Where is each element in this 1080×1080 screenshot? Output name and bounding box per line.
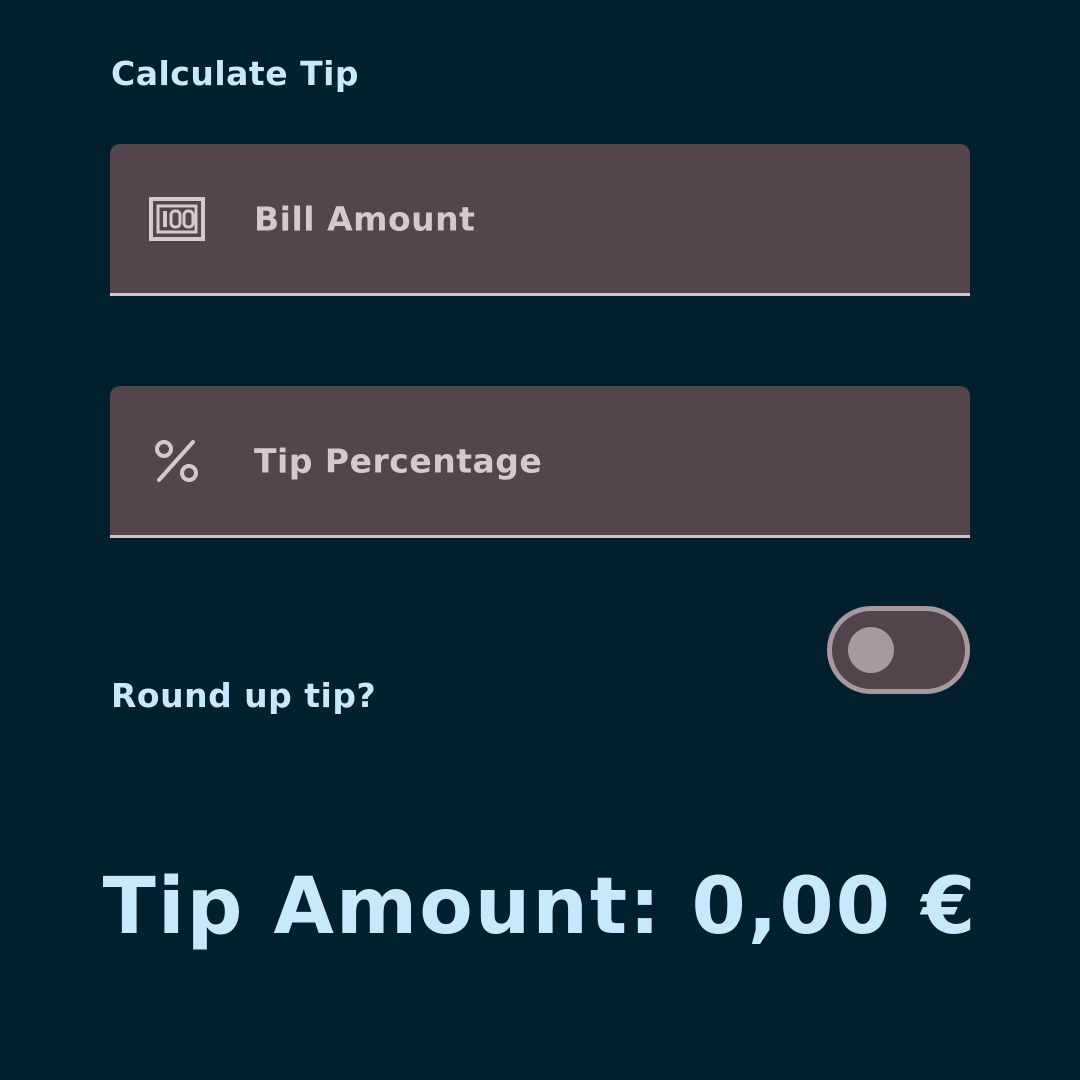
bill-amount-field[interactable]: Bill Amount	[110, 144, 970, 296]
tip-amount-result: Tip Amount: 0,00 €	[102, 862, 978, 952]
round-up-toggle[interactable]	[827, 606, 970, 694]
money-icon	[148, 195, 206, 243]
page-title: Calculate Tip	[111, 54, 360, 93]
bill-amount-placeholder: Bill Amount	[254, 199, 476, 238]
tip-percentage-placeholder: Tip Percentage	[254, 441, 543, 480]
tip-percentage-field[interactable]: Tip Percentage	[110, 386, 970, 538]
round-up-label: Round up tip?	[111, 676, 377, 715]
tip-calculator-screen: Calculate Tip Bill Amount Tip Percentage…	[0, 0, 1080, 1080]
toggle-knob	[848, 627, 894, 673]
percent-icon	[148, 437, 206, 485]
